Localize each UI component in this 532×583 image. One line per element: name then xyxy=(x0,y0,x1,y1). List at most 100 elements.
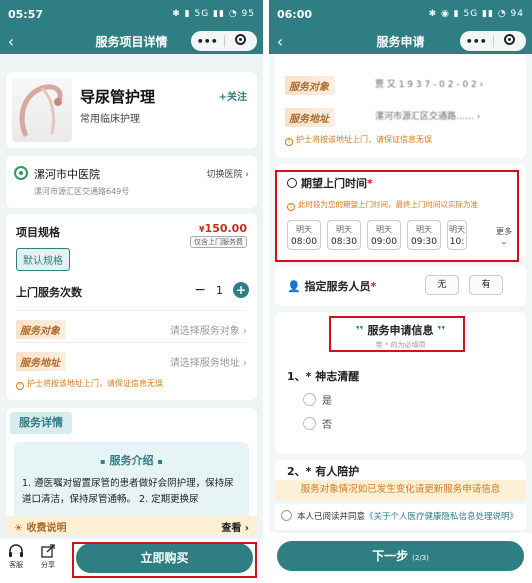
assign-staff-title: 👤 指定服务人员* xyxy=(287,278,376,294)
staff-option-yes[interactable]: 有 xyxy=(469,275,503,295)
more-icon[interactable]: ••• xyxy=(460,35,493,48)
follow-button[interactable]: +关注 xyxy=(219,88,247,103)
slot-day: 明天 xyxy=(416,225,432,234)
status-time: 06:00 xyxy=(277,7,313,21)
decrement-button[interactable]: − xyxy=(194,282,206,298)
address-tip-text: 护士将按该地址上门，请保证信息无误 xyxy=(27,379,163,388)
miniprogram-capsule: ••• xyxy=(191,31,257,51)
miniprogram-capsule: ••• xyxy=(460,31,526,51)
catheter-image xyxy=(12,78,72,142)
step-indicator: (2/3) xyxy=(412,554,429,562)
person-icon: 👤 xyxy=(287,280,305,293)
nav-bar: ‹ 服务申请 ••• xyxy=(269,28,532,54)
charge-info-bar[interactable]: ☀ 收费说明 查看 › xyxy=(6,516,257,536)
next-step-label: 下一步 xyxy=(372,549,409,563)
back-icon[interactable]: ‹ xyxy=(0,32,22,51)
time-slot[interactable]: 明天 10: xyxy=(447,220,467,250)
price-value: 150.00 xyxy=(204,222,247,235)
slot-day: 明天 xyxy=(376,225,392,234)
agreement-prefix: 本人已阅读并同意 xyxy=(297,512,366,522)
share-icon xyxy=(41,544,55,558)
hospital-name: 漯河市中医院 xyxy=(34,168,100,181)
close-miniprogram-button[interactable] xyxy=(225,34,258,48)
default-spec-option[interactable]: 默认规格 xyxy=(16,248,70,271)
staff-option-none[interactable]: 无 xyxy=(425,275,459,295)
service-intro: 服务介绍 1. 遵医嘱对留置尿管的患者做好会阴护理，保持尿道口清洁，保持尿管通畅… xyxy=(14,442,249,518)
address-tip: ! 护士将按该地址上门，请保证信息无误 xyxy=(16,378,163,390)
hospital-address: 漯河市源汇区交通路649号 xyxy=(34,187,130,196)
radio-no[interactable]: 否 xyxy=(303,416,332,431)
share-button[interactable]: 分享 xyxy=(36,544,60,570)
application-info-title: ❜❜ 服务申请信息 ❜❜ xyxy=(355,324,446,337)
status-icons: ✱ ◉ ▮ 5G ▮▮ ◔ 94 xyxy=(428,9,524,19)
radio-yes[interactable]: 是 xyxy=(303,392,332,407)
service-detail-card: 服务详情 服务介绍 1. 遵医嘱对留置尿管的患者做好会阴护理，保持尿道口清洁，保… xyxy=(6,408,257,518)
address-tip-text: 护士将按该地址上门，请保证信息无误 xyxy=(296,135,432,144)
service-address-value[interactable]: 漯河市源汇区交通路…… › xyxy=(375,109,480,122)
update-info-warning: 服务对象情况如已发生变化请更新服务申请信息 xyxy=(275,480,526,500)
service-address-select[interactable]: 请选择服务地址 › xyxy=(170,354,247,369)
slot-day: 明天 xyxy=(449,225,465,234)
next-step-button[interactable]: 下一步 (2/3) xyxy=(277,541,524,571)
service-target-select[interactable]: 请选择服务对象 › xyxy=(170,322,247,337)
time-slot[interactable]: 明天 08:00 xyxy=(287,220,321,250)
back-icon[interactable]: ‹ xyxy=(269,32,291,51)
service-target-tag: 服务对象 xyxy=(285,76,335,95)
more-label: 更多 xyxy=(496,227,512,236)
close-circle-icon xyxy=(235,34,247,45)
question-1: 1、* 神志清醒 xyxy=(287,370,360,383)
spec-label: 项目规格 xyxy=(16,226,60,239)
switch-hospital-link[interactable]: 切换医院 › xyxy=(207,167,249,180)
tab-service-detail[interactable]: 服务详情 xyxy=(10,412,72,434)
view-charge-link[interactable]: 查看 › xyxy=(221,519,249,534)
quantity-value: 1 xyxy=(216,283,223,297)
assign-staff-label: 指定服务人员 xyxy=(304,280,371,293)
increment-button[interactable]: + xyxy=(233,282,249,298)
service-address-tag: 服务地址 xyxy=(285,108,335,127)
charge-info-text: 收费说明 xyxy=(26,522,67,534)
intro-text: 1. 遵医嘱对留置尿管的患者做好会阴护理，保持尿道口清洁，保持尿管通畅。 2. … xyxy=(22,478,234,505)
slot-time: 08:30 xyxy=(331,237,357,247)
target-address-card: 服务对象 贾 又 1 9 3 7 - 0 2 - 0 2 › 服务地址 漯河市源… xyxy=(275,54,526,158)
product-card: 导尿管护理 常用临床护理 +关注 xyxy=(6,72,257,148)
status-bar: 06:00 ✱ ◉ ▮ 5G ▮▮ ◔ 94 xyxy=(269,0,532,28)
price-note: 仅含上门服务费 xyxy=(190,236,247,248)
charge-info-label: ☀ 收费说明 xyxy=(14,522,67,534)
required-mark: * xyxy=(370,280,377,293)
question-2: 2、* 有人陪护 xyxy=(287,465,360,478)
headset-icon xyxy=(9,544,23,557)
privacy-agreement-checkbox[interactable]: 本人已阅读并同意《关于个人医疗健康隐私信息处理说明》 xyxy=(275,504,526,530)
service-target-tag: 服务对象 xyxy=(16,320,66,339)
time-slot[interactable]: 明天 08:30 xyxy=(327,220,361,250)
service-target-value[interactable]: 贾 又 1 9 3 7 - 0 2 - 0 2 › xyxy=(375,77,483,90)
time-slot-list: 明天 08:00 明天 08:30 明天 09:00 明天 09:30 明天 10: xyxy=(287,220,467,250)
clock-icon xyxy=(287,178,297,188)
close-circle-icon xyxy=(504,34,516,45)
expected-time-label: 期望上门时间 xyxy=(301,177,367,190)
slot-time: 09:00 xyxy=(371,237,397,247)
expected-time-title: 期望上门时间* xyxy=(287,175,373,191)
customer-service-label: 客服 xyxy=(9,561,23,569)
info-icon: ! xyxy=(287,203,295,211)
divider xyxy=(16,342,247,343)
time-slot[interactable]: 明天 09:00 xyxy=(367,220,401,250)
application-info-card: ❜❜ 服务申请信息 ❜❜ 带 * 的为必填项 1、* 神志清醒 是 否 xyxy=(275,312,526,454)
status-icons: ✱ ▮ 5G ▮▮ ◔ 95 xyxy=(172,9,255,19)
hospital-icon xyxy=(14,166,28,180)
quantity-stepper: − 1 + xyxy=(194,282,249,298)
more-slots-button[interactable]: 更多 ⌄ xyxy=(496,226,512,246)
more-icon[interactable]: ••• xyxy=(191,35,224,48)
close-miniprogram-button[interactable] xyxy=(494,34,527,48)
buy-now-button[interactable]: 立即购买 xyxy=(76,543,253,573)
assign-staff-card: 👤 指定服务人员* 无 有 xyxy=(275,266,526,306)
nav-bar: ‹ 服务项目详情 ••• xyxy=(0,28,263,54)
share-label: 分享 xyxy=(41,561,55,569)
time-slot[interactable]: 明天 09:30 xyxy=(407,220,441,250)
required-hint: 带 * 的为必填项 xyxy=(375,341,426,349)
customer-service-button[interactable]: 客服 xyxy=(4,544,28,570)
hospital-card[interactable]: 漯河市中医院 漯河市源汇区交通路649号 切换医院 › xyxy=(6,156,257,208)
status-bar: 05:57 ✱ ▮ 5G ▮▮ ◔ 95 xyxy=(0,0,263,28)
service-application-screen: 06:00 ✱ ◉ ▮ 5G ▮▮ ◔ 94 ‹ 服务申请 ••• 服务对象 贾… xyxy=(269,0,532,583)
privacy-policy-link[interactable]: 《关于个人医疗健康隐私信息处理说明》 xyxy=(365,512,518,522)
chevron-down-icon: ⌄ xyxy=(500,237,508,246)
